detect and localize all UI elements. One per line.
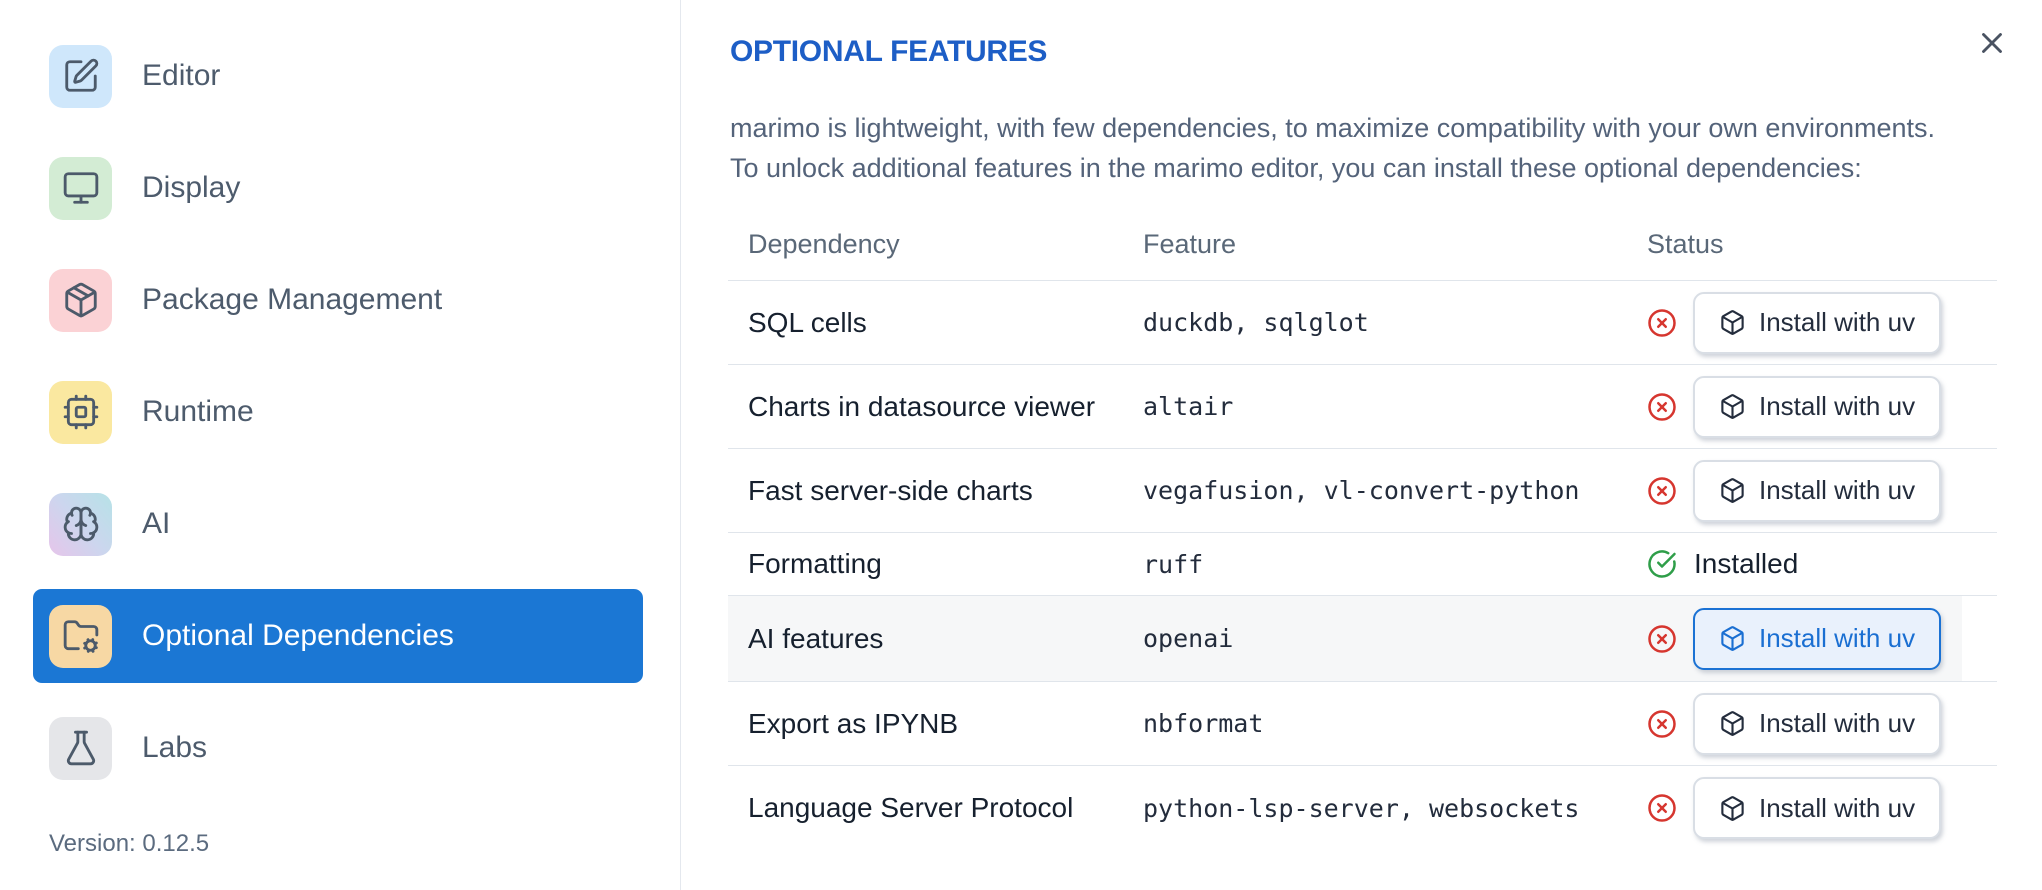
table-row: Charts in datasource viewer altair Insta… xyxy=(728,365,1997,449)
table-row: SQL cells duckdb, sqlglot Install with u… xyxy=(728,281,1997,365)
install-button-label: Install with uv xyxy=(1759,623,1916,653)
table-row: Formatting ruff Installed xyxy=(728,533,1997,596)
optional-features-panel: OPTIONAL FEATURES marimo is lightweight,… xyxy=(681,0,2042,890)
feature-cell: duckdb, sqlglot xyxy=(1143,308,1369,337)
column-header-feature: Feature xyxy=(1143,229,1237,259)
x-icon xyxy=(1975,26,2009,60)
status-cell: Install with uv xyxy=(1627,291,1997,354)
circle-x-icon xyxy=(1647,392,1677,422)
feature-cell: python-lsp-server, websockets xyxy=(1143,793,1580,823)
sidebar-item-package-management[interactable]: Package Management xyxy=(33,253,643,347)
install-with-uv-button[interactable]: Install with uv xyxy=(1693,692,1942,755)
feature-cell: ruff xyxy=(1143,549,1204,579)
dependency-cell: Fast server-side charts xyxy=(748,474,1033,506)
install-button-label: Install with uv xyxy=(1759,475,1916,505)
box-icon xyxy=(1719,795,1746,822)
description-line: marimo is lightweight, with few dependen… xyxy=(730,113,1936,143)
dependency-cell: Language Server Protocol xyxy=(748,792,1074,823)
box-icon xyxy=(1719,393,1746,420)
sidebar-item-editor[interactable]: Editor xyxy=(33,29,643,123)
dependency-cell: SQL cells xyxy=(748,306,867,338)
install-with-uv-button[interactable]: Install with uv xyxy=(1693,291,1942,354)
cpu-icon xyxy=(49,380,112,444)
circle-x-icon xyxy=(1647,709,1677,739)
circle-x-icon xyxy=(1647,308,1677,338)
status-cell: Install with uv xyxy=(1627,375,1997,438)
installed-status-label: Installed xyxy=(1694,548,1799,579)
feature-cell: altair xyxy=(1143,392,1234,421)
close-button[interactable] xyxy=(1971,22,2013,64)
settings-sidebar: Editor Display Package Management Runtim… xyxy=(0,0,681,890)
dependency-cell: Formatting xyxy=(748,548,882,579)
table-header-row: Dependency Feature Status xyxy=(728,209,1997,281)
status-cell: Install with uv xyxy=(1627,607,1997,670)
circle-check-icon xyxy=(1647,549,1677,579)
table-row: Fast server-side charts vegafusion, vl-c… xyxy=(728,449,1997,533)
sidebar-item-display[interactable]: Display xyxy=(33,141,643,235)
column-header-dependency: Dependency xyxy=(748,229,900,259)
dependencies-table: Dependency Feature Status SQL cells duck… xyxy=(728,209,1997,850)
sidebar-item-labs[interactable]: Labs xyxy=(33,701,643,795)
description-line: To unlock additional features in the mar… xyxy=(730,153,1862,183)
table-row: Language Server Protocol python-lsp-serv… xyxy=(728,766,1997,850)
circle-x-icon xyxy=(1647,624,1677,654)
sidebar-item-label: Runtime xyxy=(142,395,254,428)
dependency-cell: Export as IPYNB xyxy=(748,707,959,739)
page-title: OPTIONAL FEATURES xyxy=(730,35,1048,68)
install-with-uv-button[interactable]: Install with uv xyxy=(1693,459,1942,522)
box-icon xyxy=(1719,309,1746,336)
panel-description: marimo is lightweight, with few dependen… xyxy=(730,108,1935,188)
install-with-uv-button[interactable]: Install with uv xyxy=(1693,375,1942,438)
feature-cell: nbformat xyxy=(1143,709,1264,738)
status-cell: Install with uv xyxy=(1627,692,1997,755)
box-icon xyxy=(1719,710,1746,737)
circle-x-icon xyxy=(1647,793,1677,823)
install-with-uv-button[interactable]: Install with uv xyxy=(1693,777,1942,839)
monitor-icon xyxy=(49,156,112,220)
table-row: AI features openai Install with uv xyxy=(728,596,1997,682)
column-header-status: Status xyxy=(1647,229,1724,259)
dependency-cell: AI features xyxy=(748,622,884,654)
sidebar-item-label: Labs xyxy=(142,731,208,764)
brain-icon xyxy=(49,492,112,556)
flask-icon xyxy=(49,716,112,780)
sidebar-item-ai[interactable]: AI xyxy=(33,477,643,571)
package-icon xyxy=(49,268,112,332)
folder-cog-icon xyxy=(49,604,112,668)
status-cell: Installed xyxy=(1627,548,1997,580)
sidebar-item-runtime[interactable]: Runtime xyxy=(33,365,643,459)
sidebar-item-label: Package Management xyxy=(142,283,443,316)
install-button-label: Install with uv xyxy=(1759,792,1916,823)
sidebar-item-label: Optional Dependencies xyxy=(142,619,454,652)
sidebar-item-optional-dependencies[interactable]: Optional Dependencies xyxy=(33,589,643,683)
sidebar-item-label: Editor xyxy=(142,59,221,92)
install-button-label: Install with uv xyxy=(1759,391,1916,421)
circle-x-icon xyxy=(1647,476,1677,506)
install-button-label: Install with uv xyxy=(1759,708,1916,738)
square-pen-icon xyxy=(49,44,112,108)
feature-cell: openai xyxy=(1143,624,1234,653)
install-with-uv-button[interactable]: Install with uv xyxy=(1693,607,1942,670)
table-row: Export as IPYNB nbformat Install with uv xyxy=(728,682,1997,766)
sidebar-item-label: AI xyxy=(142,507,171,540)
feature-cell: vegafusion, vl-convert-python xyxy=(1143,476,1580,505)
version-label: Version: 0.12.5 xyxy=(49,830,210,857)
install-button-label: Install with uv xyxy=(1759,307,1916,337)
box-icon xyxy=(1719,625,1746,652)
status-cell: Install with uv xyxy=(1627,777,1997,839)
sidebar-item-label: Display xyxy=(142,171,241,204)
box-icon xyxy=(1719,477,1746,504)
status-cell: Install with uv xyxy=(1627,459,1997,522)
dependency-cell: Charts in datasource viewer xyxy=(748,390,1096,422)
